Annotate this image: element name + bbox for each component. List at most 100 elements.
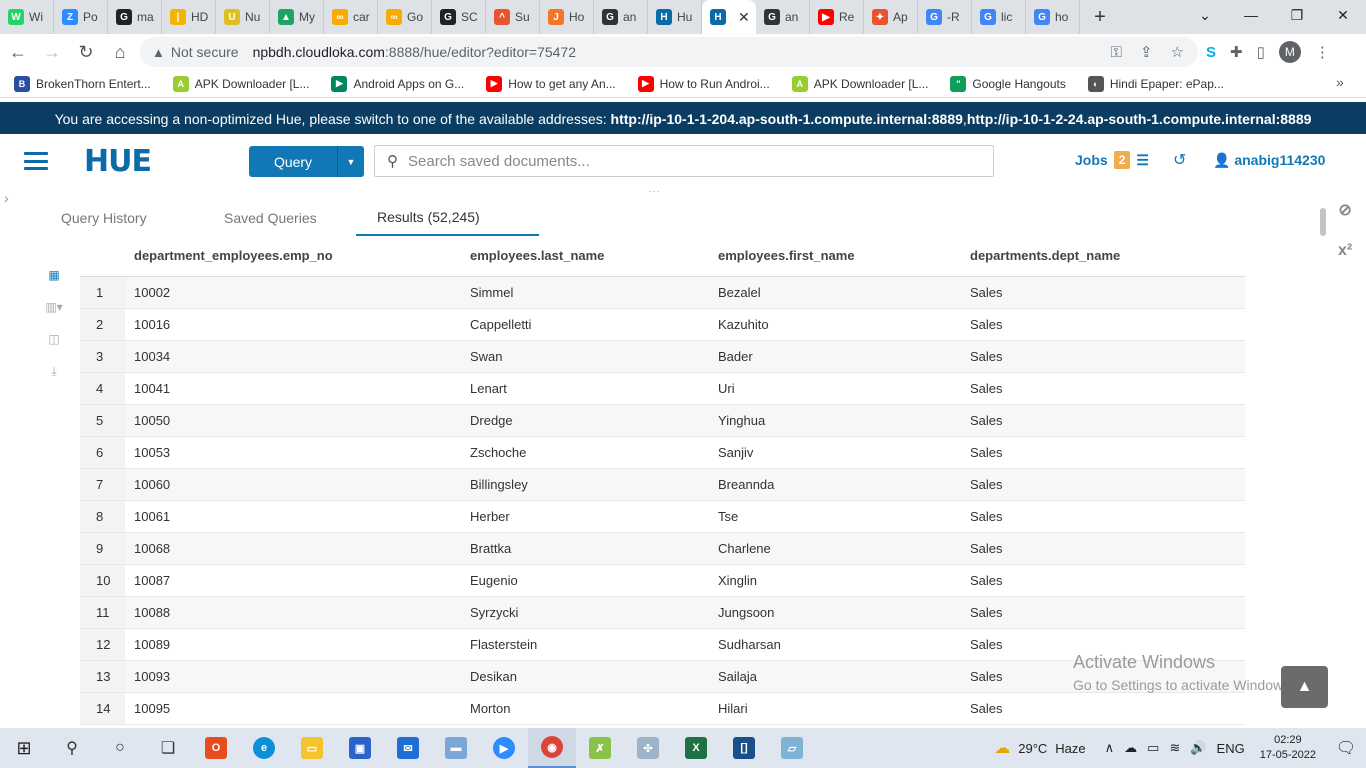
jobs-button[interactable]: Jobs 2 ☰	[1075, 151, 1149, 169]
tab-search-icon[interactable]: ⌄	[1182, 0, 1228, 30]
browser-tab[interactable]: ✦ Ap	[864, 0, 918, 34]
bookmark-item[interactable]: " Google Hangouts	[936, 75, 1073, 92]
bookmark-item[interactable]: B BrokenThorn Entert...	[0, 75, 159, 92]
zoom-app-icon[interactable]: ▶	[480, 728, 528, 768]
reload-button[interactable]: ↻	[70, 36, 102, 68]
excel-icon[interactable]: X	[672, 728, 720, 768]
table-row[interactable]: 10 10087 Eugenio Xinglin Sales	[80, 564, 1245, 597]
user-menu[interactable]: 👤 anabig114230	[1213, 152, 1325, 169]
table-row[interactable]: 13 10093 Desikan Sailaja Sales	[80, 660, 1245, 693]
columns-icon[interactable]: ◫	[44, 330, 64, 348]
forward-button[interactable]: →	[36, 36, 68, 68]
bookmark-item[interactable]: A APK Downloader [L...	[159, 75, 318, 92]
superscript-icon[interactable]: x²	[1338, 242, 1352, 260]
table-row[interactable]: 9 10068 Brattka Charlene Sales	[80, 532, 1245, 565]
restore-button[interactable]: ❐	[1274, 0, 1320, 30]
bookmark-item[interactable]: A APK Downloader [L...	[778, 75, 937, 92]
browser-tab[interactable]: Z Po	[54, 0, 108, 34]
windows-start-icon[interactable]: ⊞	[0, 728, 48, 768]
home-button[interactable]: ⌂	[104, 36, 136, 68]
chrome-icon[interactable]: ◉	[528, 728, 576, 768]
search-input[interactable]	[408, 152, 968, 170]
browser-tab[interactable]: | HD	[162, 0, 216, 34]
grid-icon[interactable]: ▦	[44, 266, 64, 284]
share-icon[interactable]: ⇪	[1140, 43, 1153, 61]
bookmark-star-icon[interactable]: ☆	[1171, 43, 1184, 61]
browser-tab[interactable]: G -R	[918, 0, 972, 34]
bookmarks-overflow-icon[interactable]: »	[1336, 74, 1344, 90]
query-button[interactable]: Query ▼	[249, 146, 364, 177]
table-row[interactable]: 2 10016 Cappelletti Kazuhito Sales	[80, 308, 1245, 341]
avatar[interactable]: M	[1278, 41, 1301, 63]
table-row[interactable]: 4 10041 Lenart Uri Sales	[80, 372, 1245, 405]
browser-tab[interactable]: ∞ Go	[378, 0, 432, 34]
caret-down-icon[interactable]: ▼	[337, 146, 364, 177]
hue-logo[interactable]: HUE	[84, 144, 152, 179]
terminal-icon[interactable]: []	[720, 728, 768, 768]
table-row[interactable]: 3 10034 Swan Bader Sales	[80, 340, 1245, 373]
table-row[interactable]: 12 10089 Flasterstein Sudharsan Sales	[80, 628, 1245, 661]
bookmark-item[interactable]: ◐ Hindi Epaper: ePap...	[1074, 75, 1232, 92]
extensions-icon[interactable]: ✚	[1230, 43, 1243, 61]
scroll-to-top-button[interactable]: ▲	[1281, 666, 1328, 708]
laptop-icon[interactable]: ▬	[432, 728, 480, 768]
store-icon[interactable]: ▣	[336, 728, 384, 768]
resize-handle[interactable]: ···	[648, 186, 661, 197]
clock[interactable]: 02:29 17-05-2022	[1260, 733, 1316, 763]
browser-tab[interactable]: W Wi	[0, 0, 54, 34]
table-row[interactable]: 7 10060 Billingsley Breannda Sales	[80, 468, 1245, 501]
table-row[interactable]: 8 10061 Herber Tse Sales	[80, 500, 1245, 533]
banner-address-2[interactable]: http://ip-10-1-2-24.ap-south-1.compute.i…	[967, 111, 1312, 127]
bookmark-item[interactable]: ▶ How to Run Androi...	[624, 75, 778, 92]
notification-icon[interactable]: 🗨	[1326, 738, 1366, 758]
browser-tab[interactable]: Gma	[108, 0, 162, 34]
column-header[interactable]: employees.last_name	[470, 236, 718, 277]
omnibox[interactable]: ▲ Not secure npbdh.cloudloka.com:8888/hu…	[140, 37, 1198, 67]
minimize-button[interactable]: —	[1228, 0, 1274, 30]
back-button[interactable]: ←	[2, 36, 34, 68]
browser-tab[interactable]: H ✕	[702, 0, 756, 34]
search-icon[interactable]: ⚲	[48, 728, 96, 768]
chevron-right-icon[interactable]: ›	[4, 190, 9, 206]
column-header[interactable]: department_employees.emp_no	[125, 236, 470, 277]
history-icon[interactable]: ↺	[1173, 150, 1186, 170]
office-icon[interactable]: O	[192, 728, 240, 768]
language-indicator[interactable]: ENG	[1217, 741, 1245, 756]
skype-icon[interactable]: S	[1206, 44, 1216, 61]
snipping-icon[interactable]: ✣	[624, 728, 672, 768]
table-row[interactable]: 14 10095 Morton Hilari Sales	[80, 692, 1245, 725]
wifi-icon[interactable]: ≋	[1169, 740, 1180, 756]
table-row[interactable]: 6 10053 Zschoche Sanjiv Sales	[80, 436, 1245, 469]
tools-icon[interactable]: ✗	[576, 728, 624, 768]
mail-icon[interactable]: ✉	[384, 728, 432, 768]
tab-query-history[interactable]: Query History	[40, 200, 203, 236]
battery-icon[interactable]: ▭	[1147, 740, 1159, 756]
browser-tab[interactable]: Gan	[594, 0, 648, 34]
browser-tab[interactable]: U Nu	[216, 0, 270, 34]
menu-dots-icon[interactable]: ⋮	[1315, 43, 1330, 61]
close-window-button[interactable]: ✕	[1320, 0, 1366, 30]
file-explorer-icon[interactable]: ▭	[288, 728, 336, 768]
weather-widget[interactable]: ☁ 29°C Haze	[994, 738, 1085, 758]
browser-tab[interactable]: ▲ My	[270, 0, 324, 34]
browser-tab[interactable]: ▶ Re	[810, 0, 864, 34]
sidepanel-icon[interactable]: ▯	[1257, 43, 1265, 61]
chart-icon[interactable]: ▥▾	[44, 298, 64, 316]
browser-tab[interactable]: J Ho	[540, 0, 594, 34]
browser-tab[interactable]: H Hu	[648, 0, 702, 34]
bookmark-item[interactable]: ▶ How to get any An...	[472, 75, 623, 92]
browser-tab[interactable]: Gan	[756, 0, 810, 34]
browser-tab[interactable]: ^ Su	[486, 0, 540, 34]
bookmark-item[interactable]: ▶ Android Apps on G...	[317, 75, 472, 92]
browser-tab[interactable]: G SC	[432, 0, 486, 34]
new-tab-button[interactable]: +	[1080, 0, 1120, 34]
table-row[interactable]: 1 10002 Simmel Bezalel Sales	[80, 276, 1245, 309]
table-row[interactable]: 11 10088 Syrzycki Jungsoon Sales	[80, 596, 1245, 629]
search-box[interactable]: ⚲	[374, 145, 994, 177]
volume-icon[interactable]: 🔊	[1190, 740, 1206, 756]
close-tab-icon[interactable]: ✕	[738, 9, 750, 26]
compass-icon[interactable]: ⊘	[1338, 200, 1351, 220]
chevron-up-icon[interactable]: ∧	[1105, 740, 1115, 756]
cortana-icon[interactable]: ○	[96, 728, 144, 768]
banner-address-1[interactable]: http://ip-10-1-1-204.ap-south-1.compute.…	[611, 111, 963, 127]
